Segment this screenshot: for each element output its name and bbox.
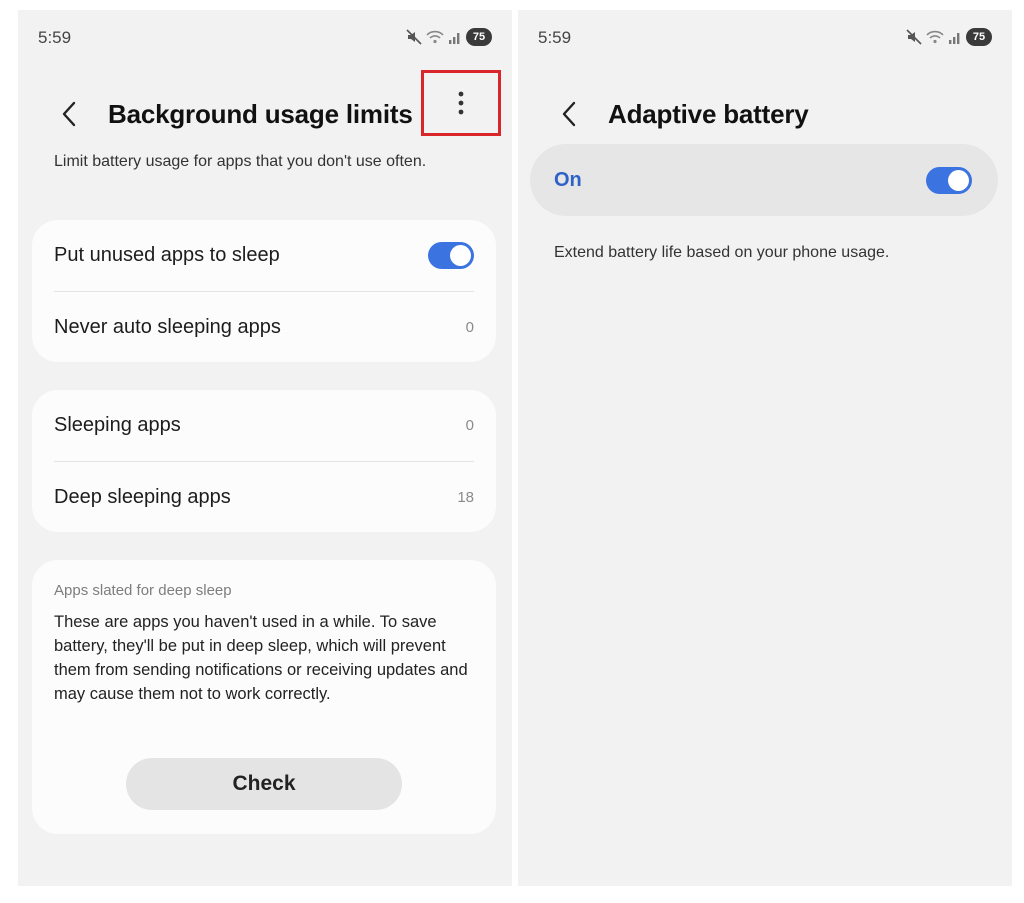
status-bar: 5:59 75 [538, 28, 992, 50]
deep-sleeping-apps-row[interactable]: Deep sleeping apps 18 [54, 462, 474, 532]
never-auto-sleeping-label: Never auto sleeping apps [54, 315, 281, 338]
deep-sleep-info-card: Apps slated for deep sleep These are app… [32, 560, 496, 834]
page-description: Limit battery usage for apps that you do… [54, 153, 427, 170]
toggle-knob [948, 169, 969, 191]
status-bar: 5:59 75 [38, 28, 492, 50]
put-unused-apps-label: Put unused apps to sleep [54, 243, 280, 266]
toggle-knob [450, 244, 471, 266]
status-icons: 75 [906, 28, 992, 46]
mute-icon [906, 29, 922, 45]
adaptive-battery-description: Extend battery life based on your phone … [554, 244, 890, 261]
adaptive-battery-switch-row[interactable]: On [530, 144, 998, 216]
signal-icon [449, 33, 460, 44]
background-usage-limits-screen: 5:59 75 Background usage limits Limit ba… [18, 10, 512, 886]
signal-icon [949, 33, 960, 44]
deep-sleeping-apps-count: 18 [457, 488, 474, 506]
wifi-icon [926, 30, 944, 44]
adaptive-battery-toggle[interactable] [926, 166, 972, 194]
check-button[interactable]: Check [126, 758, 402, 810]
page-title: Adaptive battery [608, 98, 809, 129]
sleeping-apps-row[interactable]: Sleeping apps 0 [54, 390, 474, 460]
status-time: 5:59 [538, 28, 572, 47]
deep-sleeping-apps-label: Deep sleeping apps [54, 485, 231, 508]
page-title: Background usage limits [108, 98, 413, 129]
battery-badge: 75 [966, 28, 992, 46]
wifi-icon [426, 30, 444, 44]
sleeping-apps-count: 0 [465, 416, 474, 434]
page-header: Adaptive battery [554, 88, 809, 140]
mute-icon [406, 29, 422, 45]
back-arrow-icon[interactable] [554, 99, 584, 129]
put-unused-apps-toggle[interactable] [428, 241, 474, 269]
put-unused-apps-to-sleep-row[interactable]: Put unused apps to sleep [54, 220, 474, 290]
adaptive-battery-screen: 5:59 75 Adaptive battery On Extend batte… [518, 10, 1012, 886]
sleeping-apps-card: Sleeping apps 0 Deep sleeping apps 18 [32, 390, 496, 532]
never-auto-sleeping-apps-row[interactable]: Never auto sleeping apps 0 [54, 292, 474, 362]
info-body: These are apps you haven't used in a whi… [54, 613, 468, 703]
unused-apps-card: Put unused apps to sleep Never auto slee… [32, 220, 496, 362]
status-icons: 75 [406, 28, 492, 46]
switch-state-label: On [554, 168, 582, 191]
sleeping-apps-label: Sleeping apps [54, 413, 181, 436]
page-header: Background usage limits [54, 88, 413, 140]
status-time: 5:59 [38, 28, 72, 47]
info-heading: Apps slated for deep sleep [54, 582, 232, 599]
never-auto-sleeping-count: 0 [465, 318, 474, 336]
battery-badge: 75 [466, 28, 492, 46]
more-options-button[interactable] [421, 70, 501, 136]
back-arrow-icon[interactable] [54, 99, 84, 129]
more-vertical-icon [458, 91, 464, 115]
